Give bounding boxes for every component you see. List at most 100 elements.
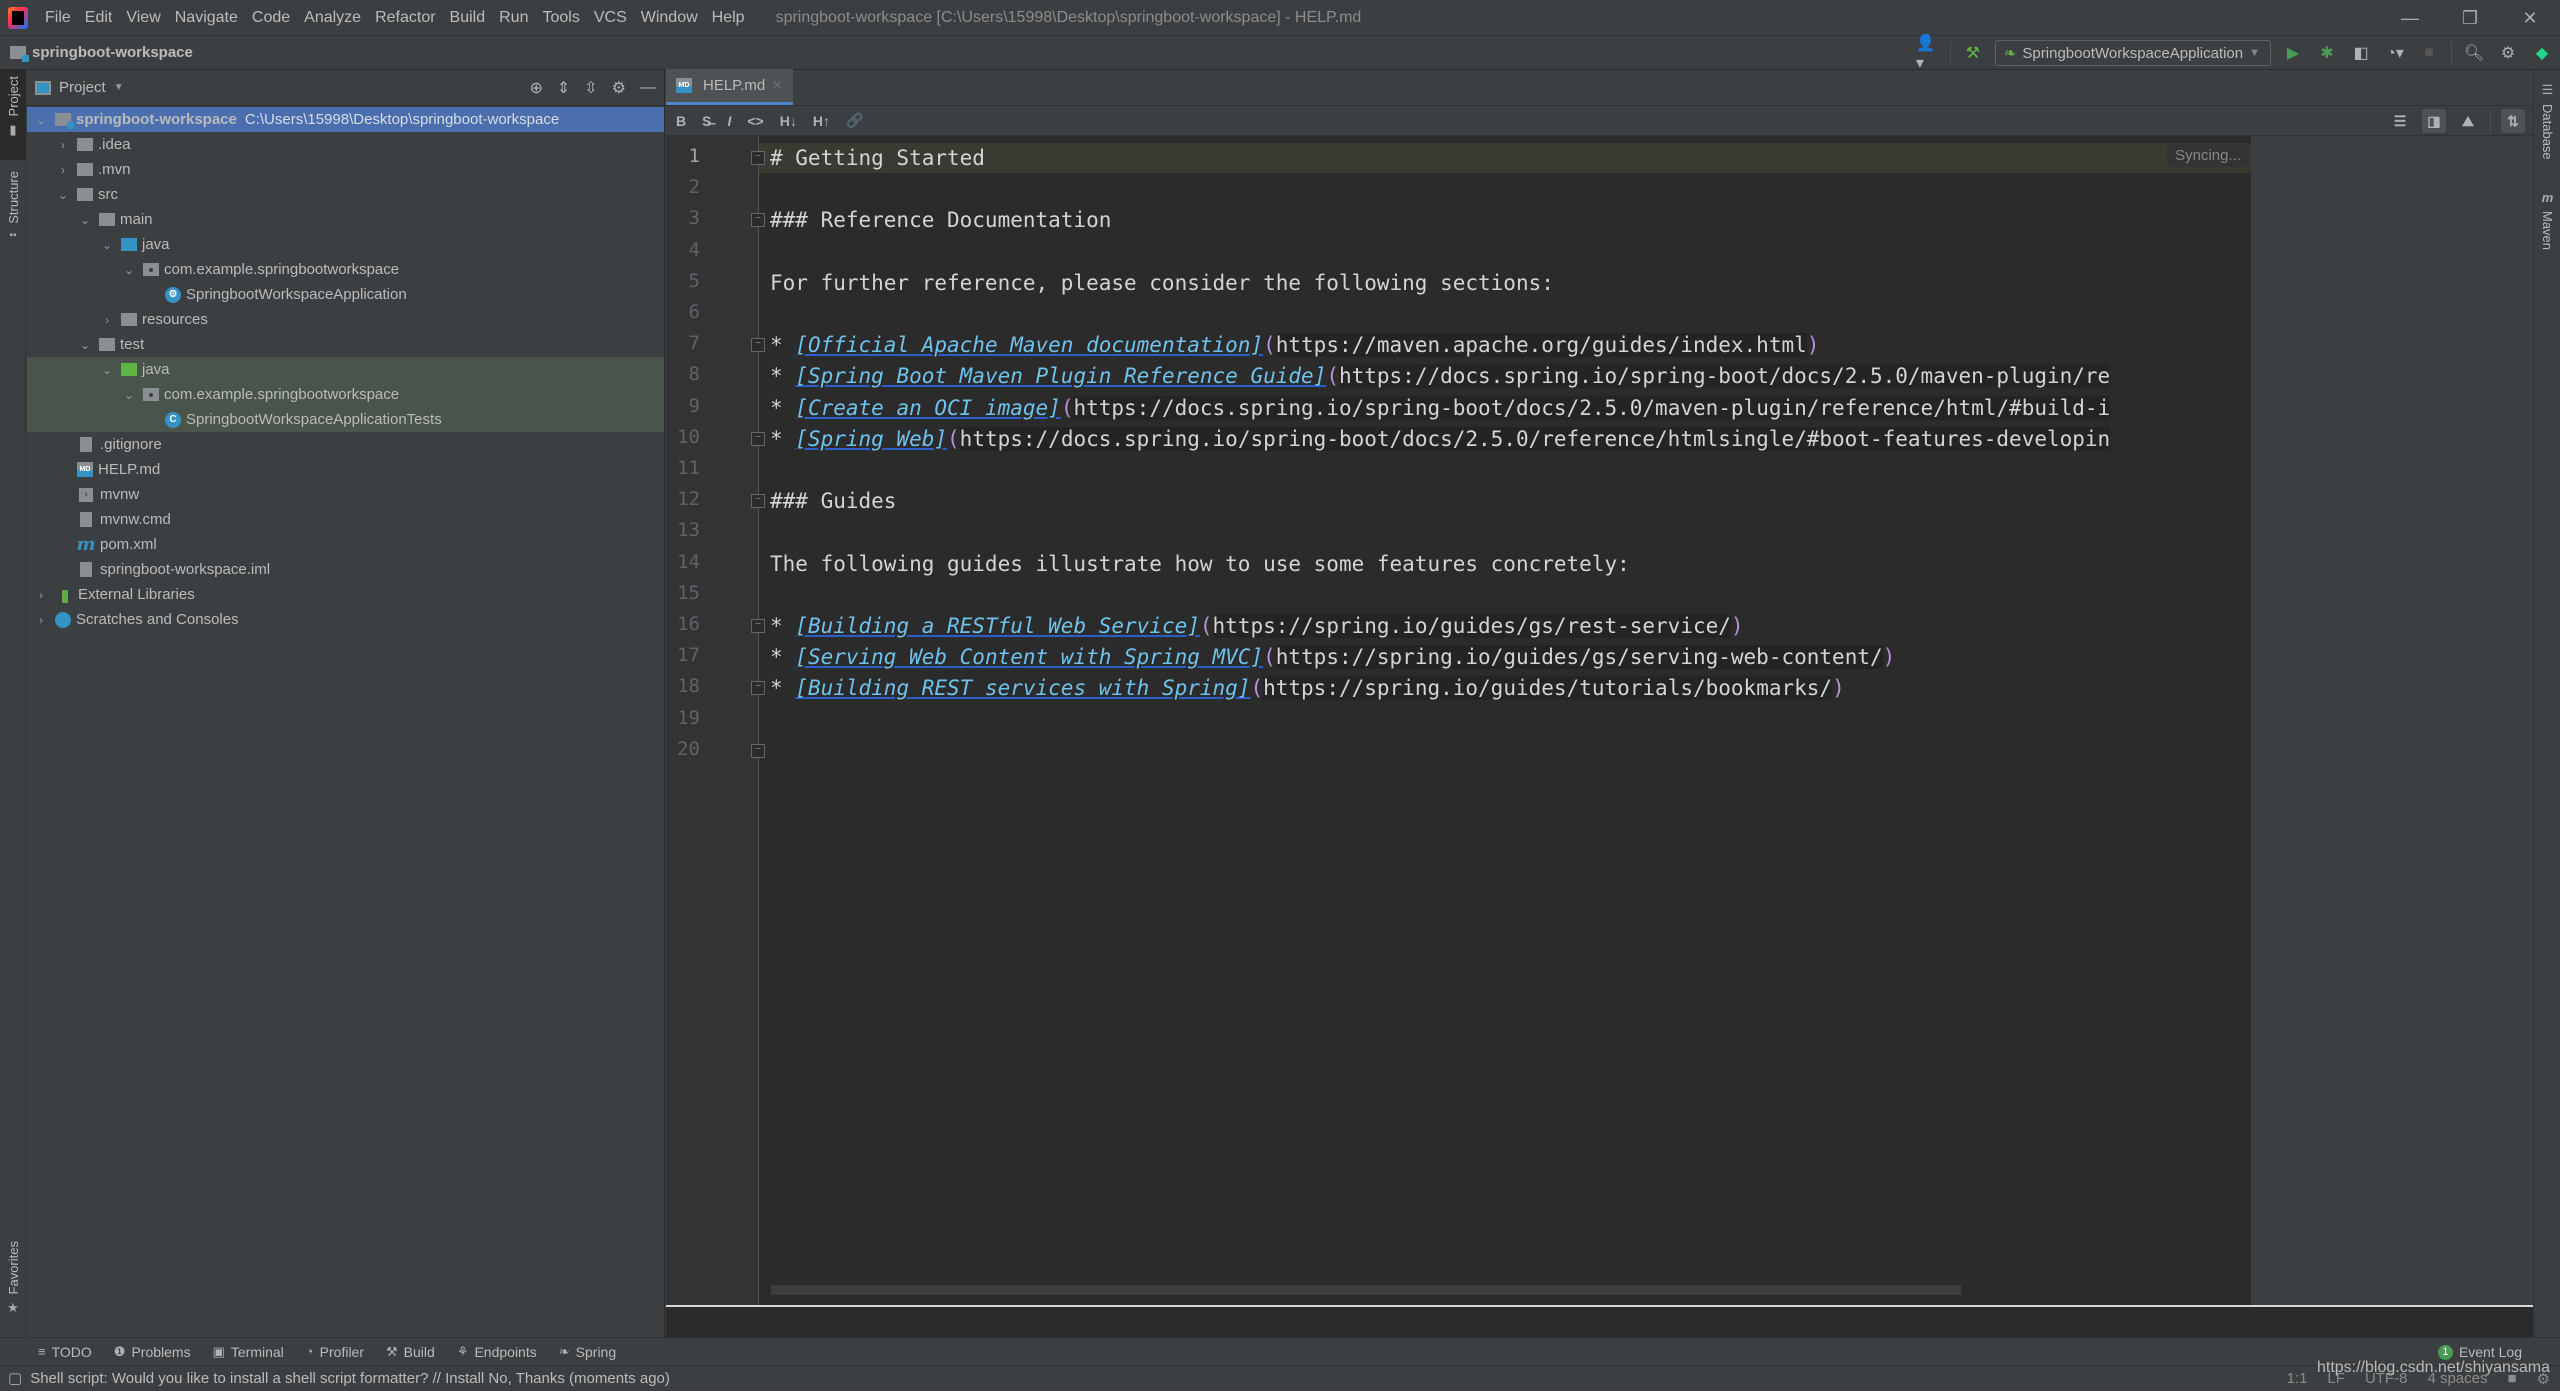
tree-item[interactable]: › mvnw — [27, 482, 664, 507]
hammer-icon[interactable]: ⚒ — [1961, 41, 1985, 65]
sync-scroll-icon[interactable]: ⇅ — [2501, 109, 2525, 133]
strikethrough-button[interactable]: S̶ — [702, 113, 711, 129]
editor-and-preview-view-icon[interactable]: ◨ — [2422, 109, 2446, 133]
favorites-tool-button[interactable]: Favorites ★ — [0, 1235, 26, 1325]
menu-navigate[interactable]: Navigate — [168, 9, 245, 27]
chevron-down-icon[interactable]: ⌄ — [55, 188, 71, 202]
maven-tool-button[interactable]: m Maven — [2534, 190, 2560, 280]
chevron-down-icon[interactable]: ⌄ — [121, 263, 137, 277]
chevron-right-icon[interactable]: › — [55, 138, 71, 152]
tree-item[interactable]: ⌄ test — [27, 332, 664, 357]
toolbox-icon[interactable]: ◆ — [2530, 41, 2554, 65]
chevron-down-icon[interactable]: ⌄ — [77, 213, 93, 227]
breadcrumb[interactable]: springboot-workspace — [10, 44, 193, 62]
menu-build[interactable]: Build — [443, 9, 493, 27]
tree-item[interactable]: ⚙ SpringbootWorkspaceApplication — [27, 282, 664, 307]
settings-icon[interactable]: ⚙ — [2496, 41, 2520, 65]
code-editor[interactable]: 1−2 3−4 5 6 7−8 9 10−11 12−13 14 15 16−17 18−19 20− … — [666, 136, 2251, 1305]
hide-panel-icon[interactable]: — — [640, 79, 656, 97]
menu-window[interactable]: Window — [634, 9, 705, 27]
link-url[interactable]: https://spring.io/guides/gs/rest-service… — [1212, 614, 1731, 638]
link-text[interactable]: [Building a RESTful Web Service] — [795, 614, 1200, 638]
tree-item[interactable]: ⌄ main — [27, 207, 664, 232]
tool-window-build[interactable]: ⚒ Build — [386, 1344, 435, 1360]
header-decrease-button[interactable]: H↓ — [780, 113, 797, 129]
link-text[interactable]: [Spring Web] — [795, 427, 947, 451]
tree-item[interactable]: ⌄ src — [27, 182, 664, 207]
link-text[interactable]: [Spring Boot Maven Plugin Reference Guid… — [795, 364, 1326, 388]
tree-item[interactable]: mvnw.cmd — [27, 507, 664, 532]
tree-item[interactable]: ⌄ com.example.springbootworkspace — [27, 382, 664, 407]
code-button[interactable]: <> — [747, 113, 763, 129]
menu-file[interactable]: File — [38, 9, 78, 27]
tree-item[interactable]: › .mvn — [27, 157, 664, 182]
tree-item[interactable]: › ||| External Libraries — [27, 582, 664, 607]
fold-marker-icon[interactable]: − — [751, 338, 765, 353]
link-url[interactable]: https://docs.spring.io/spring-boot/docs/… — [1338, 364, 2111, 389]
menu-code[interactable]: Code — [245, 9, 297, 27]
menu-run[interactable]: Run — [492, 9, 535, 27]
tree-item[interactable]: MD HELP.md — [27, 457, 664, 482]
fold-marker-icon[interactable]: − — [751, 151, 765, 165]
chevron-right-icon[interactable]: › — [99, 313, 115, 327]
expand-all-icon[interactable]: ⇕ — [557, 78, 570, 98]
tree-item[interactable]: C SpringbootWorkspaceApplicationTests — [27, 407, 664, 432]
horizontal-scrollbar[interactable] — [771, 1285, 1961, 1295]
coverage-icon[interactable]: ◧ — [2349, 41, 2373, 65]
menu-view[interactable]: View — [119, 9, 167, 27]
status-window-icon[interactable]: ▢ — [8, 1369, 22, 1387]
locate-icon[interactable]: ⊕ — [529, 78, 542, 98]
preview-only-view-icon[interactable]: ⛰ — [2456, 109, 2480, 133]
database-tool-button[interactable]: ☰ Database — [2534, 82, 2560, 182]
menu-edit[interactable]: Edit — [78, 9, 120, 27]
tool-window-terminal[interactable]: ▣ Terminal — [213, 1344, 284, 1360]
fold-marker-icon[interactable]: − — [751, 494, 765, 509]
tool-window-todo[interactable]: ≡ TODO — [38, 1344, 92, 1360]
chevron-right-icon[interactable]: › — [33, 588, 49, 602]
fold-marker-icon[interactable]: − — [751, 681, 765, 696]
tool-window-endpoints[interactable]: ⚘ Endpoints — [457, 1344, 537, 1360]
caret-position[interactable]: 1:1 — [2287, 1370, 2308, 1387]
chevron-down-icon[interactable]: ⌄ — [77, 338, 93, 352]
link-url[interactable]: https://spring.io/guides/gs/serving-web-… — [1275, 645, 1883, 670]
fold-marker-icon[interactable]: − — [751, 213, 765, 228]
tool-window-problems[interactable]: ❶ Problems — [114, 1344, 191, 1360]
project-tool-button[interactable]: Project ▮ — [0, 70, 26, 160]
tree-item[interactable]: › .idea — [27, 132, 664, 157]
link-text[interactable]: [Create an OCI image] — [795, 396, 1061, 420]
stop-icon[interactable]: ■ — [2417, 41, 2441, 65]
menu-refactor[interactable]: Refactor — [368, 9, 442, 27]
menu-vcs[interactable]: VCS — [587, 9, 634, 27]
editor-only-view-icon[interactable]: ☰ — [2388, 109, 2412, 133]
chevron-right-icon[interactable]: › — [55, 163, 71, 177]
tree-item[interactable]: springboot-workspace.iml — [27, 557, 664, 582]
bold-button[interactable]: B — [676, 113, 686, 129]
editor-tab-help-md[interactable]: MD HELP.md ✕ — [666, 69, 793, 105]
search-icon[interactable]: 🔍︎ — [2462, 41, 2486, 65]
header-increase-button[interactable]: H↑ — [813, 113, 830, 129]
status-message[interactable]: Shell script: Would you like to install … — [30, 1370, 670, 1387]
menu-tools[interactable]: Tools — [535, 9, 586, 27]
tree-item[interactable]: m pom.xml — [27, 532, 664, 557]
tree-item[interactable]: › Scratches and Consoles — [27, 607, 664, 632]
chevron-down-icon[interactable]: ⌄ — [33, 113, 49, 127]
collapse-all-icon[interactable]: ⇳ — [584, 78, 597, 98]
link-url[interactable]: https://maven.apache.org/guides/index.ht… — [1275, 333, 1807, 358]
chevron-down-icon[interactable]: ⌄ — [99, 363, 115, 377]
tool-window-spring[interactable]: ❧ Spring — [559, 1344, 616, 1360]
tool-window-profiler[interactable]: ◔ Profiler — [306, 1344, 364, 1360]
run-configuration-select[interactable]: ❧ SpringbootWorkspaceApplication ▼ — [1994, 40, 2271, 66]
fold-marker-icon[interactable]: − — [751, 743, 765, 758]
fold-marker-icon[interactable]: − — [751, 619, 765, 633]
run-icon[interactable]: ▶ — [2281, 41, 2305, 65]
tree-item[interactable]: ⌄ com.example.springbootworkspace — [27, 257, 664, 282]
fold-marker-icon[interactable]: − — [751, 431, 765, 446]
link-url[interactable]: https://docs.spring.io/spring-boot/docs/… — [1073, 395, 2111, 420]
insert-link-button[interactable]: 🔗 — [846, 112, 863, 129]
chevron-right-icon[interactable]: › — [33, 613, 49, 627]
link-text[interactable]: [Official Apache Maven documentation] — [795, 333, 1263, 357]
chevron-down-icon[interactable]: ⌄ — [99, 238, 115, 252]
minimize-button[interactable]: — — [2380, 0, 2440, 36]
menu-help[interactable]: Help — [705, 9, 752, 27]
gear-icon[interactable]: ⚙ — [612, 78, 626, 98]
